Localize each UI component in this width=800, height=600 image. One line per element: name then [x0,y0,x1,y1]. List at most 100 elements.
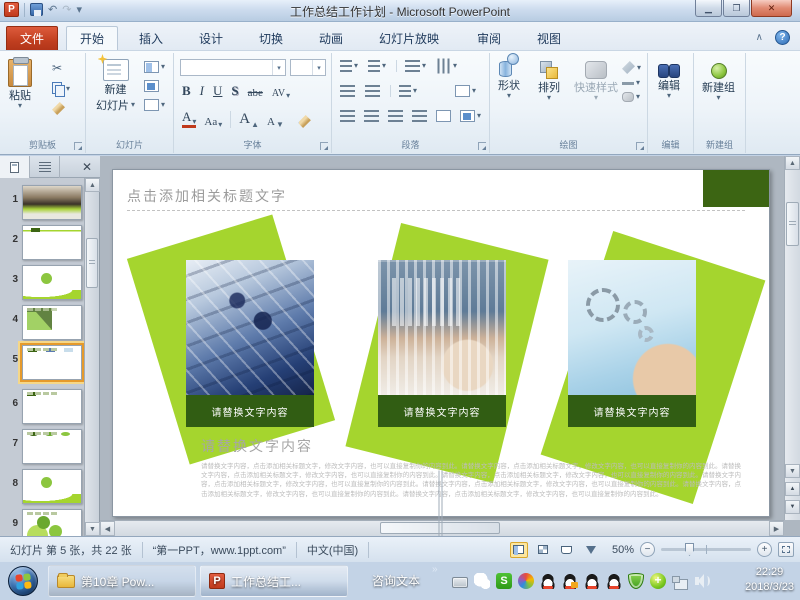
zoom-slider[interactable] [661,548,751,551]
format-painter-button[interactable] [52,102,70,115]
tab-view[interactable]: 视图 [524,26,574,50]
justify-button[interactable] [412,110,427,122]
distributed-button[interactable] [436,110,451,122]
font-size-dropdown-icon[interactable]: ▾ [312,60,325,75]
bold-button[interactable]: B [182,83,191,99]
new-group-button[interactable]: 新建组 ▾ [702,63,735,101]
photo-caption[interactable]: 请替换文字内容 [186,395,314,427]
clipboard-dialog-launcher[interactable] [74,142,82,150]
panel-scroll-down-icon[interactable]: ▼ [85,522,100,536]
paste-dropdown-icon[interactable]: ▾ [18,103,22,109]
panel-scrollbar[interactable]: ▲ ▼ [84,178,99,536]
qq-tray-icon[interactable] [584,573,600,589]
slides-tab[interactable] [0,156,30,178]
tab-design[interactable]: 设计 [186,26,236,50]
scroll-right-icon[interactable]: ▶ [769,521,784,536]
editing-button[interactable]: 编辑 ▾ [658,63,680,99]
copy-button[interactable]: ▾ [52,82,70,95]
slide-thumbnail[interactable]: 9 [0,508,84,536]
clear-formatting-icon[interactable] [298,115,311,128]
slide-subtitle[interactable]: 请替换文字内容 [201,436,313,456]
strikethrough-button[interactable]: abe [248,87,263,99]
slide-photo-typing[interactable] [378,260,506,395]
panel-scroll-thumb[interactable] [86,238,98,288]
taskbar-item-powerpoint[interactable]: P 工作总结工... [200,565,348,597]
section-button[interactable]: ▾ [144,99,165,111]
new-slide-button[interactable]: 新建 幻灯片▾ [96,59,135,113]
slide-photo-staircase[interactable] [186,260,314,395]
line-spacing-button[interactable]: ▾ [396,60,426,72]
bullets-button[interactable]: ▾ [340,60,358,72]
character-spacing-button[interactable]: AV▾ [272,88,290,99]
slideshow-button[interactable] [582,542,600,558]
qq-tray-icon[interactable] [606,573,622,589]
tab-slideshow[interactable]: 幻灯片放映 [366,26,452,50]
horizontal-scrollbar[interactable]: ◀ ▶ [100,520,784,536]
italic-button[interactable]: I [200,83,204,99]
qq-tray-icon[interactable] [540,573,556,589]
align-left-button[interactable] [340,110,355,122]
normal-view-button[interactable] [510,542,528,558]
cut-button[interactable]: ✂ [52,61,70,75]
text-direction-button[interactable]: ▾ [436,60,457,72]
photo-caption[interactable]: 请替换文字内容 [568,395,696,427]
arrange-button[interactable]: 排列 ▾ [538,61,560,101]
shapes-button[interactable]: 形状 ▾ [498,61,520,99]
minimize-button[interactable]: ▁ [695,0,722,17]
hscroll-thumb[interactable] [380,522,500,534]
tab-review[interactable]: 审阅 [464,26,514,50]
smartart-convert-button[interactable]: ▾ [460,110,481,122]
fit-to-window-button[interactable] [778,542,794,557]
zoom-slider-thumb[interactable] [685,543,694,556]
network-tray-icon[interactable] [672,576,688,588]
paste-button[interactable]: 粘贴 ▾ [8,59,32,109]
taskbar-item-folder[interactable]: 第10章 Pow... [48,565,196,597]
slide-thumbnail[interactable]: 4 [0,304,84,344]
decrease-indent-button[interactable] [340,85,355,97]
numbering-button[interactable]: ▾ [368,60,386,72]
align-right-button[interactable] [388,110,403,122]
close-button[interactable]: ✕ [751,0,792,17]
photo-caption[interactable]: 请替换文字内容 [378,395,506,427]
paragraph-dialog-launcher[interactable] [478,142,486,150]
zoom-level[interactable]: 50% [612,544,634,556]
restore-button[interactable]: ❐ [723,0,750,17]
slide-layout-button[interactable]: ▾ [144,61,165,73]
drawing-dialog-launcher[interactable] [636,142,644,150]
zoom-out-button[interactable]: − [640,542,655,557]
tab-animations[interactable]: 动画 [306,26,356,50]
wechat-tray-icon[interactable] [474,573,490,589]
scroll-left-icon[interactable]: ◀ [100,521,115,536]
text-shadow-button[interactable]: S [231,83,238,99]
underline-button[interactable]: U [213,83,222,99]
language-indicator[interactable]: 中文(中国) [297,542,369,558]
rainbow-tray-icon[interactable] [518,573,534,589]
tab-file[interactable]: 文件 [6,26,58,50]
align-text-button[interactable]: ▾ [455,85,476,97]
previous-slide-button[interactable]: ▲ [785,482,800,496]
close-panel-icon[interactable]: ✕ [74,156,100,177]
taskbar-clock[interactable]: 22:29 2018/3/23 [745,565,794,595]
shape-fill-button[interactable]: ▾ [622,61,641,74]
zoom-in-button[interactable]: + [757,542,772,557]
shape-outline-button[interactable]: ▾ [622,80,641,86]
toolbar-chevron-icon[interactable]: » [432,564,438,575]
volume-tray-icon[interactable] [694,573,710,589]
grow-font-button[interactable]: A▲ [230,111,259,128]
slide-photo-gears[interactable] [568,260,696,395]
columns-button[interactable]: ▾ [390,85,417,97]
font-name-combobox[interactable]: ▾ [180,59,286,76]
next-slide-button[interactable]: ▼ [785,500,800,514]
slide-thumbnail[interactable]: 2 [0,224,84,264]
align-center-button[interactable] [364,110,379,122]
collapse-ribbon-icon[interactable]: ∧ [756,32,763,43]
slide-thumbnail[interactable]: 1 [0,184,84,224]
sogou-tray-icon[interactable]: S [496,573,512,589]
reset-slide-button[interactable] [144,80,165,92]
vertical-scrollbar[interactable]: ▲ ▼ ▲ ▼ [784,156,800,520]
security-shield-tray-icon[interactable] [628,573,644,589]
scroll-up-icon[interactable]: ▲ [785,156,800,170]
increase-indent-button[interactable] [365,85,380,97]
slide-thumbnail-selected[interactable]: 5 [0,344,84,384]
start-button[interactable] [8,566,38,596]
